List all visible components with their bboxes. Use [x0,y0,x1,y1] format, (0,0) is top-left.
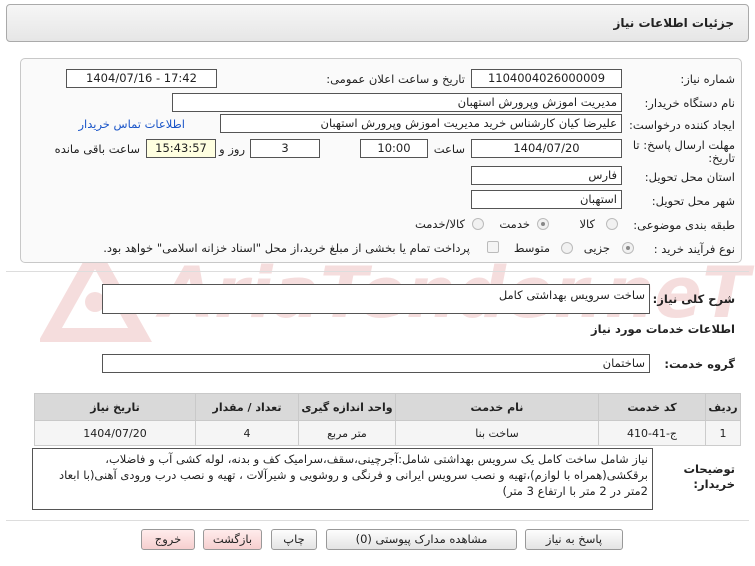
treasury-payment-checkbox[interactable] [487,241,499,253]
announce-date-label: تاریخ و ساعت اعلان عمومی: [326,72,465,86]
cell-row-number: 1 [705,420,741,446]
deadline-time-field[interactable]: 10:00 [360,139,428,158]
cell-service-name: ساخت بنا [395,420,599,446]
days-remaining-field[interactable]: 3 [250,139,320,158]
col-need-date-header: تاریخ نیاز [34,393,196,421]
buyer-notes-field[interactable]: نیاز شامل ساخت کامل یک سرویس بهداشتی شام… [32,448,653,510]
col-unit-header: واحد اندازه گیری [298,393,396,421]
col-row-header: ردیف [705,393,741,421]
buyer-org-field[interactable]: مدیریت اموزش وپرورش استهبان [172,93,622,112]
table-header-row: ردیف کد خدمت نام خدمت واحد اندازه گیری ت… [34,393,741,421]
view-attachments-button[interactable]: مشاهده مدارک پیوستی (0) [326,529,517,550]
category-radio-goods-service[interactable] [472,218,484,230]
deadline-date-field[interactable]: 1404/07/20 [471,139,622,158]
buyer-contact-link[interactable]: اطلاعات تماس خریدار [78,117,185,131]
footer-divider [6,520,749,521]
treasury-payment-note: پرداخت تمام یا بخشی از مبلغ خرید،از محل … [103,241,470,255]
category-radio-goods[interactable] [606,218,618,230]
deadline-label-2: تاریخ: [708,151,735,165]
province-field[interactable]: فارس [471,166,622,185]
table-row[interactable]: 1 ج-41-410 ساخت بنا متر مربع 4 1404/07/2… [34,420,741,446]
cell-need-date: 1404/07/20 [34,420,196,446]
announce-date-field[interactable]: 1404/07/16 - 17:42 [66,69,217,88]
service-group-label: گروه خدمت: [664,357,735,371]
creator-field[interactable]: علیرضا کیان کارشناس خرید مدیریت اموزش وپ… [220,114,622,133]
need-summary-field[interactable]: ساخت سرویس بهداشتی کامل [102,284,650,314]
service-group-field[interactable]: ساختمان [102,354,650,373]
category-option-service: خدمت [499,217,530,231]
deadline-label-1: مهلت ارسال پاسخ: تا [632,138,735,152]
process-option-minor: جزیی [583,241,610,255]
city-field[interactable]: استهبان [471,190,622,209]
creator-label: ایجاد کننده درخواست: [629,118,735,132]
exit-button[interactable]: خروج [141,529,195,550]
process-radio-medium[interactable] [561,242,573,254]
col-service-name-header: نام خدمت [395,393,599,421]
col-code-header: کد خدمت [598,393,706,421]
buyer-notes-label-2: خریدار: [693,477,735,491]
province-label: استان محل تحویل: [644,170,735,184]
cell-service-code: ج-41-410 [598,420,706,446]
need-number-label: شماره نیاز: [680,72,735,86]
category-option-goods-service: کالا/خدمت [414,217,465,231]
col-quantity-header: تعداد / مقدار [195,393,299,421]
process-option-medium: متوسط [513,241,550,255]
category-option-goods: کالا [579,217,595,231]
process-type-label: نوع فرآیند خرید : [653,242,735,256]
buyer-org-label: نام دستگاه خریدار: [644,96,735,110]
need-number-field[interactable]: 1104004026000009 [471,69,622,88]
category-label: طبقه بندی موضوعی: [633,218,735,232]
need-summary-label: شرح کلی نیاز: [652,292,735,306]
days-label: روز و [219,142,245,156]
reply-button[interactable]: پاسخ به نیاز [525,529,623,550]
print-button[interactable]: چاپ [271,529,317,550]
city-label: شهر محل تحویل: [651,194,735,208]
remaining-time-label: ساعت باقی مانده [54,142,140,156]
process-radio-minor[interactable] [622,242,634,254]
deadline-time-label: ساعت [433,142,465,156]
buyer-notes-label-1: توضیحات [683,462,736,476]
remaining-time-field[interactable]: 15:43:57 [146,139,216,158]
back-button[interactable]: بازگشت [203,529,262,550]
need-info-panel [20,58,742,263]
cell-quantity: 4 [195,420,299,446]
category-radio-service[interactable] [537,218,549,230]
page-title: جزئیات اطلاعات نیاز [613,16,734,30]
page-header: جزئیات اطلاعات نیاز [6,4,749,42]
section-divider [6,271,749,272]
cell-unit: متر مربع [298,420,396,446]
services-table: ردیف کد خدمت نام خدمت واحد اندازه گیری ت… [34,393,741,446]
services-heading: اطلاعات خدمات مورد نیاز [591,322,735,336]
